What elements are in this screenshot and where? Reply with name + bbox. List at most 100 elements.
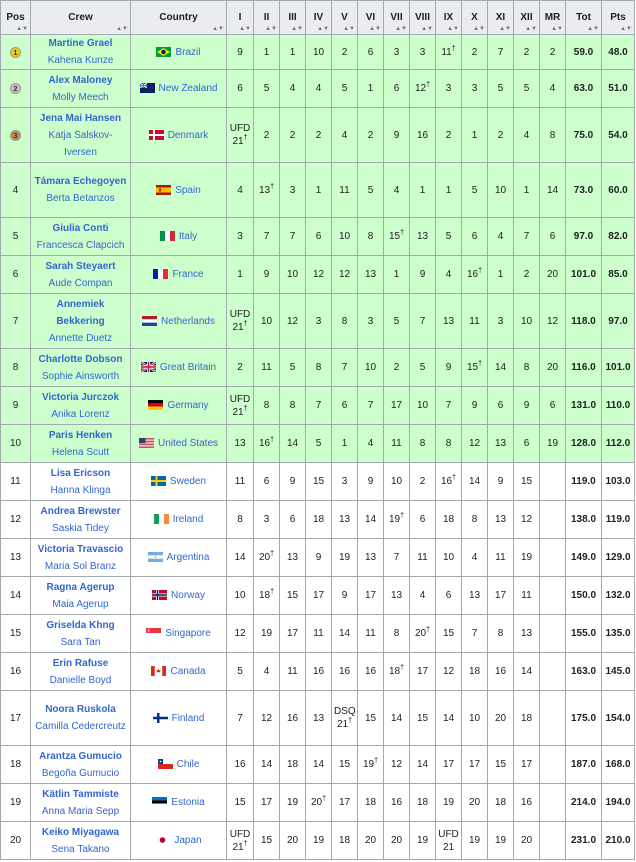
- helm-link[interactable]: Keiko Miyagawa: [42, 827, 119, 838]
- header-race-9[interactable]: IX ▲▼: [435, 0, 462, 35]
- country-link[interactable]: Argentina: [167, 552, 210, 563]
- helm-link[interactable]: Charlotte Dobson: [39, 354, 123, 365]
- crew-link[interactable]: Helena Scutt: [52, 447, 109, 458]
- country-link[interactable]: Finland: [172, 713, 205, 724]
- country-link[interactable]: Great Britain: [160, 362, 216, 373]
- header-crew[interactable]: Crew ▲▼: [30, 0, 131, 35]
- helm-link[interactable]: Martine Grael: [49, 38, 113, 49]
- country-link[interactable]: Italy: [179, 231, 197, 242]
- country-link[interactable]: Chile: [177, 759, 200, 770]
- race-7-cell: 1: [383, 255, 410, 294]
- crew-link[interactable]: Berta Betanzos: [46, 193, 114, 204]
- race-score: 4: [523, 129, 530, 141]
- country-link[interactable]: Singapore: [165, 628, 211, 639]
- country-link[interactable]: Sweden: [170, 476, 206, 487]
- sort-icon: ▲▼: [620, 26, 632, 32]
- country-link[interactable]: United States: [158, 438, 218, 449]
- crew-link[interactable]: Maia Agerup: [52, 599, 108, 610]
- position-cell: 19: [0, 783, 31, 822]
- crew-link[interactable]: Maria Sol Branz: [45, 561, 116, 572]
- header-points[interactable]: Pts ▲▼: [601, 0, 635, 35]
- crew-link[interactable]: Francesca Clapcich: [37, 240, 125, 251]
- race-score: 7: [471, 628, 478, 639]
- crew-link[interactable]: Camilla Cedercreutz: [35, 721, 126, 732]
- helm-link[interactable]: Griselda Khng: [46, 620, 114, 631]
- country-link[interactable]: Netherlands: [161, 316, 215, 327]
- helm-link[interactable]: Erin Rafuse: [53, 658, 109, 669]
- crew-link[interactable]: Danielle Boyd: [50, 675, 112, 686]
- helm-link[interactable]: Támara Echegoyen: [35, 176, 127, 187]
- crew-link[interactable]: Anna Maria Sepp: [42, 806, 119, 817]
- crew-link[interactable]: Sara Tan: [61, 637, 101, 648]
- header-race-10[interactable]: X ▲▼: [461, 0, 488, 35]
- crew-link[interactable]: Begoña Gumucio: [42, 768, 119, 779]
- crew-link[interactable]: Saskia Tidey: [52, 523, 109, 534]
- crew-link[interactable]: Anika Lorenz: [51, 409, 109, 420]
- race-5-cell: 13: [331, 500, 358, 539]
- header-race-11[interactable]: XI ▲▼: [487, 0, 514, 35]
- race-2-cell: 3: [253, 500, 280, 539]
- sort-icon: ▲▼: [16, 26, 28, 32]
- header-race-6[interactable]: VI ▲▼: [357, 0, 384, 35]
- race-9-cell: UFD 21: [435, 821, 462, 860]
- position-cell: 20: [0, 821, 31, 860]
- crew-link[interactable]: Annette Duetz: [49, 333, 112, 344]
- country-link[interactable]: Japan: [174, 835, 201, 846]
- country-link[interactable]: Estonia: [171, 797, 204, 808]
- helm-link[interactable]: Ragna Agerup: [47, 582, 115, 593]
- crew-link[interactable]: Molly Meech: [52, 92, 108, 103]
- header-country[interactable]: Country ▲▼: [130, 0, 227, 35]
- country-link[interactable]: Canada: [170, 666, 205, 677]
- race-score: 7: [263, 231, 270, 242]
- header-race-8[interactable]: VIII ▲▼: [409, 0, 436, 35]
- country-link[interactable]: Norway: [171, 590, 205, 601]
- crew-link[interactable]: Katja Salskov-Iversen: [49, 130, 113, 158]
- helm-link[interactable]: Victoria Jurczok: [42, 392, 119, 403]
- helm-link[interactable]: Lisa Ericson: [51, 468, 110, 479]
- country-link[interactable]: France: [172, 269, 203, 280]
- header-race-3[interactable]: III ▲▼: [279, 0, 306, 35]
- crew-link[interactable]: Hanna Klinga: [50, 485, 110, 496]
- helm-link[interactable]: Giulia Conti: [52, 223, 108, 234]
- crew-link[interactable]: Sophie Ainsworth: [42, 371, 119, 382]
- header-race-2[interactable]: II ▲▼: [253, 0, 280, 35]
- helm-link[interactable]: Arantza Gumucio: [39, 751, 122, 762]
- header-race-12[interactable]: XII ▲▼: [513, 0, 540, 35]
- helm-link[interactable]: Victoria Travascio: [38, 544, 123, 555]
- country-link[interactable]: Brazil: [175, 47, 200, 58]
- helm-link[interactable]: Annemiek Bekkering: [56, 299, 104, 327]
- helm-link[interactable]: Paris Henken: [49, 430, 112, 441]
- country-link[interactable]: Ireland: [173, 514, 204, 525]
- medal-race-cell: 20: [539, 255, 566, 294]
- race-1-cell: 11: [226, 462, 254, 501]
- crew-link[interactable]: Sena Takano: [51, 844, 109, 855]
- sort-icon: ▲▼: [265, 26, 277, 32]
- header-race-4[interactable]: IV ▲▼: [305, 0, 332, 35]
- points-cell: 154.0: [601, 690, 635, 746]
- race-11-cell: 1: [487, 255, 514, 294]
- helm-link[interactable]: Noora Ruskola: [45, 704, 116, 715]
- header-race-5[interactable]: V ▲▼: [331, 0, 358, 35]
- country-link[interactable]: New Zealand: [159, 83, 218, 94]
- crew-link[interactable]: Kahena Kunze: [48, 55, 114, 66]
- helm-link[interactable]: Sarah Steyaert: [45, 261, 115, 272]
- header-race-1[interactable]: I ▲▼: [226, 0, 254, 35]
- crew-link[interactable]: Aude Compan: [49, 278, 113, 289]
- helm-link[interactable]: Alex Maloney: [49, 75, 113, 86]
- country-link[interactable]: Spain: [175, 185, 201, 196]
- race-1-cell: 2: [226, 348, 254, 387]
- header-total[interactable]: Tot ▲▼: [565, 0, 602, 35]
- country-cell: France: [130, 255, 227, 294]
- country-link[interactable]: Germany: [167, 400, 208, 411]
- header-race-7[interactable]: VII ▲▼: [383, 0, 410, 35]
- header-pos[interactable]: Pos ▲▼: [0, 0, 31, 35]
- medal-race-cell: 12: [539, 293, 566, 349]
- header-medal-race[interactable]: MR ▲▼: [539, 0, 566, 35]
- country-link[interactable]: Denmark: [168, 130, 209, 141]
- race-4-cell: 4: [305, 69, 332, 108]
- race-score: 8: [289, 400, 296, 411]
- helm-link[interactable]: Andrea Brewster: [40, 506, 120, 517]
- helm-link[interactable]: Kätlin Tammiste: [42, 789, 119, 800]
- race-score: 13: [442, 315, 455, 327]
- helm-link[interactable]: Jena Mai Hansen: [40, 113, 121, 124]
